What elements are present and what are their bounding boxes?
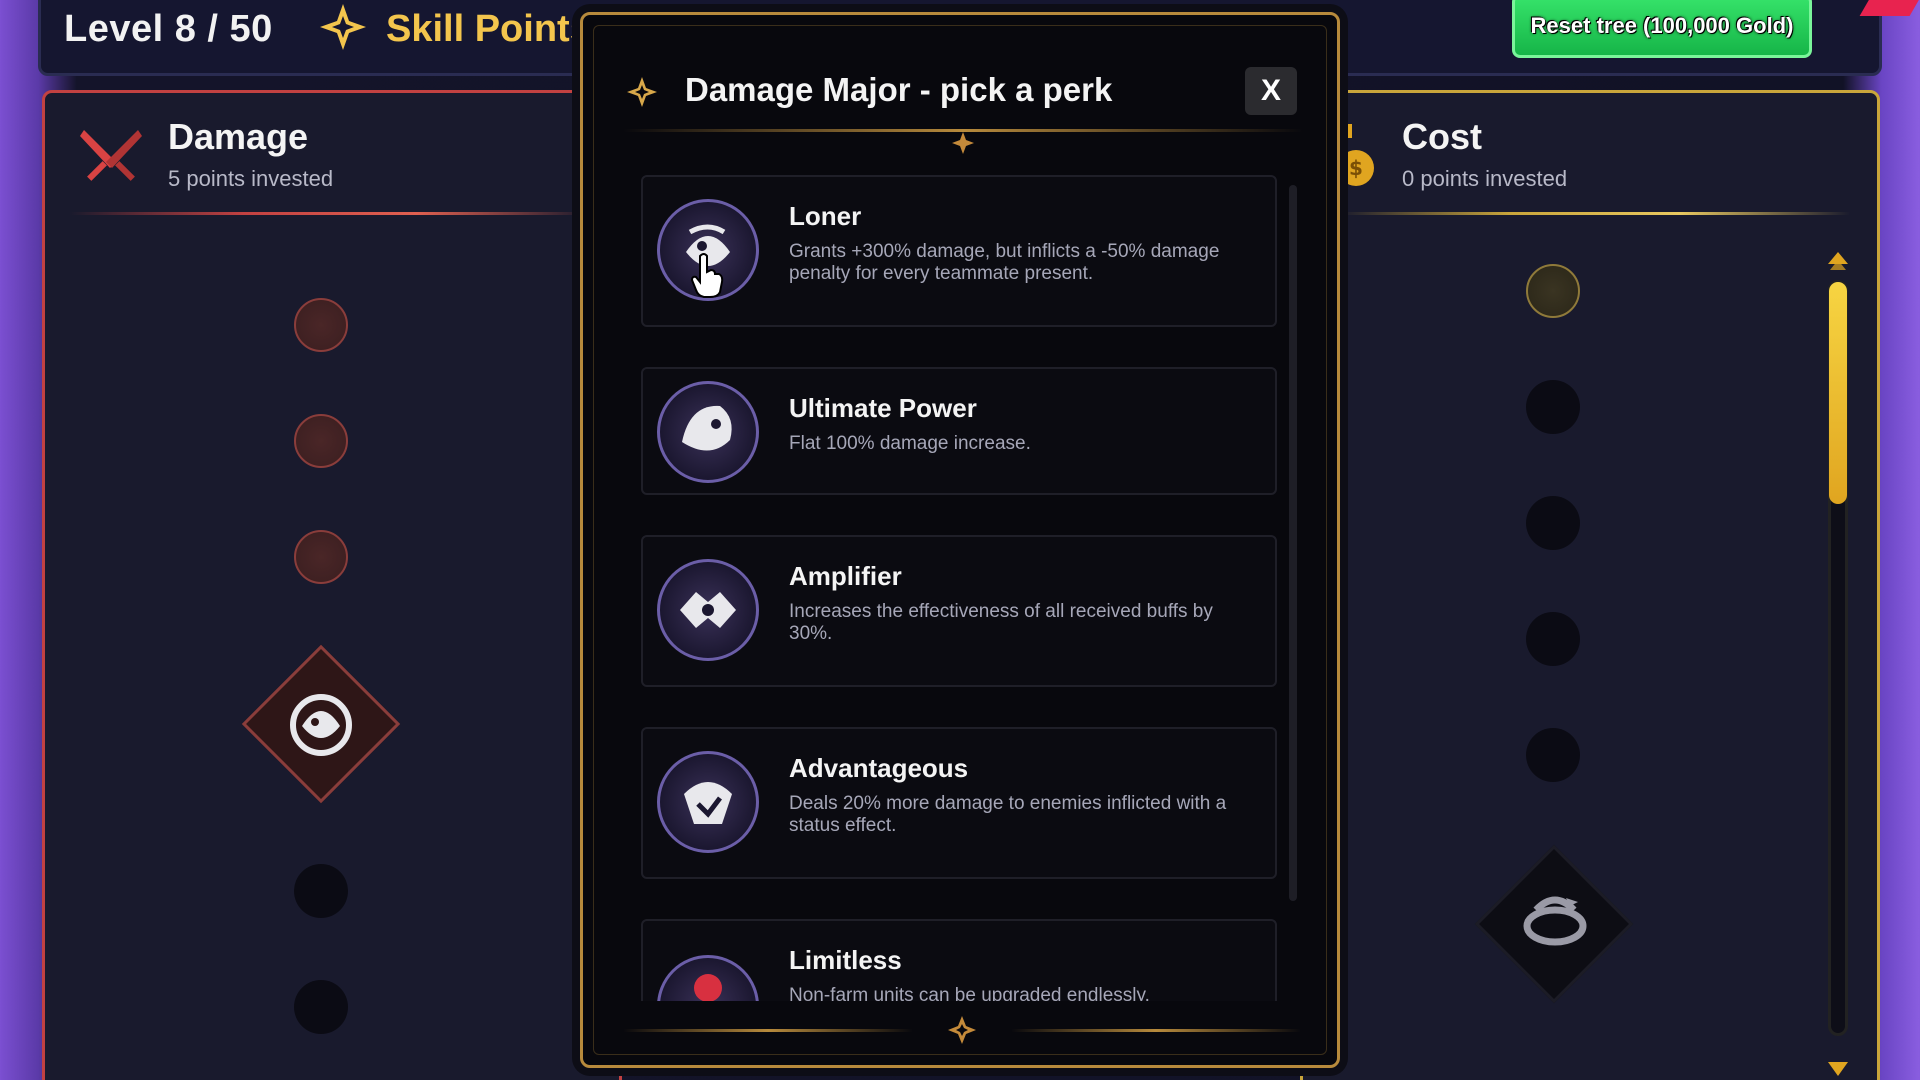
perk-desc-loner: Grants +300% damage, but inflicts a -50%… xyxy=(789,241,1220,284)
dragon-icon xyxy=(290,694,352,756)
perk-card-ultimate-power[interactable]: Ultimate Power Flat 100% damage increase… xyxy=(641,367,1277,495)
damage-tree-panel xyxy=(42,90,622,1080)
perk-name-amplifier: Amplifier xyxy=(789,561,902,591)
perk-picker-modal: Damage Major - pick a perk X Loner Grant… xyxy=(580,12,1340,1068)
reset-tree-button[interactable]: Reset tree (100,000 Gold) xyxy=(1512,0,1812,58)
damage-panel-title: Damage xyxy=(168,116,309,157)
modal-bottom-divider-left xyxy=(623,1029,913,1032)
perk-name-advantageous: Advantageous xyxy=(789,753,969,783)
bottom-ornament-icon xyxy=(948,1016,976,1044)
damage-node-6[interactable] xyxy=(294,980,348,1034)
perk-name-loner: Loner xyxy=(789,201,862,231)
ultimate-power-icon xyxy=(657,381,759,483)
perk-card-advantageous[interactable]: Advantageous Deals 20% more damage to en… xyxy=(641,727,1277,879)
crossed-swords-icon xyxy=(80,130,142,181)
scroll-up-icon[interactable] xyxy=(1826,250,1850,274)
perk-card-limitless[interactable]: Limitless Non-farm units can be upgraded… xyxy=(641,919,1277,1001)
scroll-down-icon[interactable] xyxy=(1826,1058,1850,1080)
perk-name-ultimate-power: Ultimate Power xyxy=(789,393,977,423)
cost-node-5[interactable] xyxy=(1526,728,1580,782)
perk-name-limitless: Limitless xyxy=(789,945,902,975)
damage-node-1[interactable] xyxy=(294,298,348,352)
cost-panel-subtitle: 0 points invested xyxy=(1402,166,1568,191)
perk-card-loner[interactable]: Loner Grants +300% damage, but inflicts … xyxy=(641,175,1277,327)
perk-desc-amplifier: Increases the effectiveness of all recei… xyxy=(789,601,1213,644)
cost-panel-title: Cost xyxy=(1402,116,1482,157)
divider-ornament-icon xyxy=(952,132,974,154)
close-button[interactable]: X xyxy=(1245,67,1297,115)
skill-points-label: Skill Points xyxy=(386,8,591,50)
damage-panel-subtitle: 5 points invested xyxy=(168,166,334,191)
serpent-icon xyxy=(1523,896,1587,946)
cost-node-2[interactable] xyxy=(1526,380,1580,434)
cost-scrollbar-thumb[interactable] xyxy=(1829,282,1847,504)
amplifier-icon xyxy=(657,559,759,661)
perk-card-amplifier[interactable]: Amplifier Increases the effectiveness of… xyxy=(641,535,1277,687)
hand-cursor-icon xyxy=(690,253,724,298)
modal-bottom-divider-right xyxy=(1011,1029,1301,1032)
perk-desc-ultimate-power: Flat 100% damage increase. xyxy=(789,433,1031,454)
perk-desc-limitless: Non-farm units can be upgraded endlessly… xyxy=(789,985,1150,1001)
corner-decoration xyxy=(1859,0,1920,16)
svg-text:$: $ xyxy=(1349,156,1363,180)
perk-list-scrollbar[interactable] xyxy=(1289,185,1297,901)
modal-star-icon xyxy=(627,77,657,107)
cost-node-4[interactable] xyxy=(1526,612,1580,666)
cost-panel-divider xyxy=(1340,212,1850,215)
cost-node-1[interactable] xyxy=(1526,264,1580,318)
cost-node-3[interactable] xyxy=(1526,496,1580,550)
damage-node-5[interactable] xyxy=(294,864,348,918)
advantageous-icon xyxy=(657,751,759,853)
skill-point-star-icon xyxy=(320,4,366,50)
perk-list: Loner Grants +300% damage, but inflicts … xyxy=(641,175,1279,1001)
limitless-icon xyxy=(657,955,759,1001)
perk-desc-advantageous: Deals 20% more damage to enemies inflict… xyxy=(789,793,1227,836)
damage-node-2[interactable] xyxy=(294,414,348,468)
damage-panel-divider xyxy=(70,212,590,215)
damage-node-3[interactable] xyxy=(294,530,348,584)
modal-title: Damage Major - pick a perk xyxy=(685,71,1113,108)
level-indicator: Level 8 / 50 xyxy=(64,8,273,50)
